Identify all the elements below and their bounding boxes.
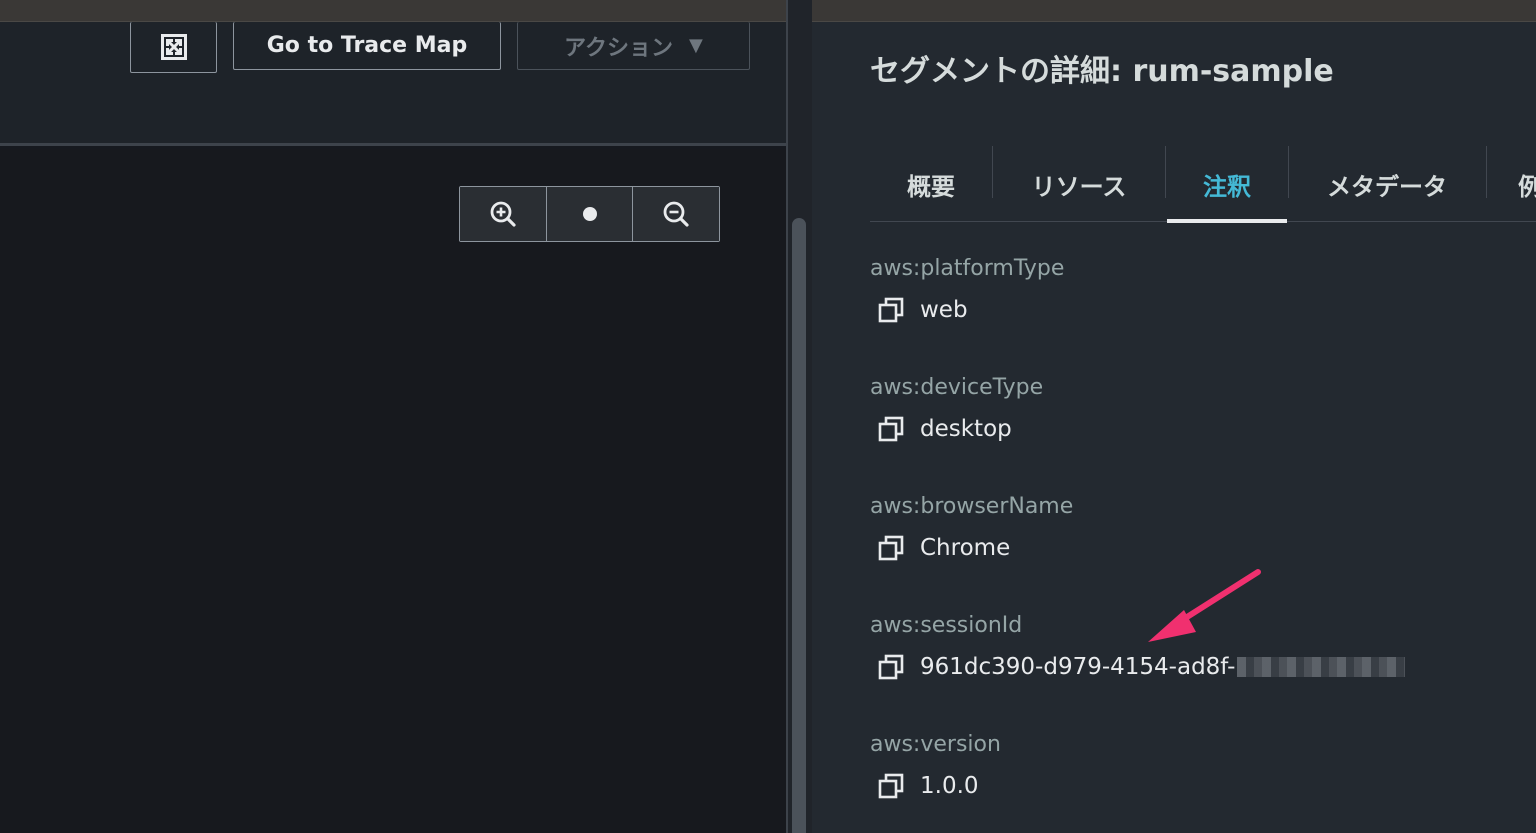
annotation-key: aws:version xyxy=(870,732,1001,757)
window-top-strip xyxy=(0,0,1536,22)
go-to-trace-map-button[interactable]: Go to Trace Map xyxy=(233,22,501,70)
copy-icon[interactable] xyxy=(878,297,904,323)
annotation-value-row: desktop xyxy=(878,416,1043,442)
fullscreen-icon xyxy=(160,34,187,60)
annotation-value-row: Chrome xyxy=(878,535,1073,561)
redacted-block xyxy=(1237,657,1406,677)
annotation-item: aws:deviceType desktop xyxy=(870,375,1043,442)
annotation-key: aws:sessionId xyxy=(870,613,1023,638)
annotation-item: aws:sessionId 961dc390-d979-4154-ad8f- xyxy=(870,613,1406,680)
zoom-out-button[interactable] xyxy=(632,187,720,241)
tab-overview[interactable]: 概要 xyxy=(870,146,992,222)
tab-resources[interactable]: リソース xyxy=(993,146,1165,222)
copy-icon[interactable] xyxy=(878,416,904,442)
annotation-value: web xyxy=(920,297,968,323)
caret-down-icon: ▼ xyxy=(689,35,703,56)
pointer-arrow-icon xyxy=(1148,569,1261,642)
details-tabs: 概要 リソース 注釈 メタデータ 例 xyxy=(870,146,1536,223)
zoom-controls xyxy=(459,186,720,242)
tab-exceptions[interactable]: 例 xyxy=(1518,146,1536,222)
annotation-value-row: 1.0.0 xyxy=(878,773,1001,799)
tab-metadata[interactable]: メタデータ xyxy=(1289,146,1485,222)
annotation-value: Chrome xyxy=(920,535,1011,561)
tab-divider xyxy=(1165,146,1166,198)
actions-dropdown[interactable]: アクション ▼ xyxy=(517,22,750,70)
annotation-value: 961dc390-d979-4154-ad8f- xyxy=(920,654,1236,680)
annotation-key: aws:deviceType xyxy=(870,375,1044,400)
annotation-item: aws:platformType web xyxy=(870,256,1064,323)
reset-view-button[interactable] xyxy=(545,187,633,241)
tab-divider xyxy=(1486,146,1487,198)
panel-title: セグメントの詳細: rum-sample xyxy=(870,54,1334,89)
scrollbar-thumb[interactable] xyxy=(792,218,806,833)
zoom-in-button[interactable] xyxy=(460,187,546,241)
copy-icon[interactable] xyxy=(878,773,904,799)
annotation-key: aws:platformType xyxy=(870,256,1065,281)
annotation-item: aws:version 1.0.0 xyxy=(870,732,1001,799)
annotation-value: 1.0.0 xyxy=(920,773,979,799)
trace-map-canvas[interactable] xyxy=(0,149,786,833)
fullscreen-button[interactable] xyxy=(130,22,217,73)
segment-details-panel: セグメントの詳細: rum-sample 概要 リソース 注釈 メタデータ 例 … xyxy=(812,22,1536,833)
zoom-in-icon xyxy=(490,201,516,227)
annotation-value: desktop xyxy=(920,416,1012,442)
annotation-key: aws:browserName xyxy=(870,494,1074,519)
zoom-out-icon xyxy=(663,201,689,227)
actions-label: アクション xyxy=(564,35,674,61)
dot-icon xyxy=(582,207,597,221)
tab-annotations[interactable]: 注釈 xyxy=(1167,146,1287,223)
copy-icon[interactable] xyxy=(878,535,904,561)
annotation-value-row: 961dc390-d979-4154-ad8f- xyxy=(878,654,1406,680)
annotation-value-row: web xyxy=(878,297,1064,323)
copy-icon[interactable] xyxy=(878,654,904,680)
annotation-item: aws:browserName Chrome xyxy=(870,494,1073,561)
trace-map-panel: Go to Trace Map アクション ▼ xyxy=(0,22,786,833)
trace-toolbar: Go to Trace Map アクション ▼ xyxy=(0,22,786,146)
